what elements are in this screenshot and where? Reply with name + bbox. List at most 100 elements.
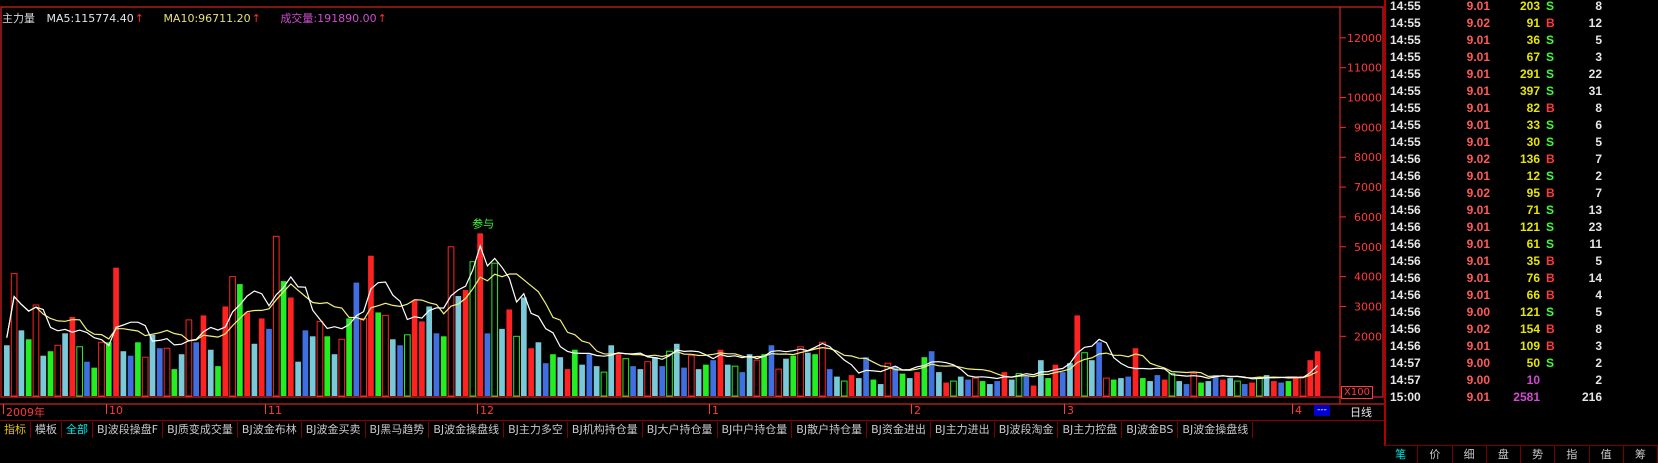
x-tick-label: 11 [268,404,282,417]
tick-vol: 136 [1519,152,1540,166]
volume-bar [1008,379,1015,396]
side-tab[interactable]: 笔 [1384,446,1419,463]
indicator-tab[interactable]: 指标 [0,422,31,438]
indicator-tab[interactable]: BJ资金进出 [867,422,931,438]
x-tick-mark [911,404,912,414]
side-tab[interactable]: 指 [1555,446,1590,463]
scroll-button[interactable]: --- [1314,405,1330,416]
volume-bar [994,381,1001,396]
side-tab[interactable]: 值 [1590,446,1624,463]
y-tick-label: 5000 [1354,241,1382,254]
tick-row[interactable]: 14:55 9.02 91 B 12 [1386,15,1658,32]
tick-row[interactable]: 14:57 9.00 10 2 [1386,372,1658,389]
indicator-tab[interactable]: BJ波段操盘F [93,422,164,438]
volume-bar [586,354,593,396]
x-tick-mark [106,404,107,414]
indicator-tab[interactable]: BJ波金BS [1122,422,1179,438]
tick-detail-panel[interactable]: 14:55 9.01 203 S 8 14:55 9.02 91 B 12 14:55 9.01 36 S… [1384,0,1658,462]
indicator-tab[interactable]: BJ波金操盘线 [429,422,505,438]
side-tab[interactable]: 势 [1521,446,1556,463]
indicator-tab[interactable]: BJ波金操盘线 [1178,422,1254,438]
indicator-tab[interactable]: BJ主力控盘 [1058,422,1123,438]
volume-bar [1030,385,1037,396]
indicator-tab[interactable]: BJ波金买卖 [302,422,366,438]
tick-row[interactable]: 14:56 9.01 109 B 3 [1386,338,1658,355]
tick-row[interactable]: 14:55 9.01 36 S 5 [1386,32,1658,49]
indicator-tab[interactable]: BJ主力多空 [504,422,568,438]
volume-bar [622,358,630,397]
tick-row[interactable]: 14:56 9.01 66 B 4 [1386,287,1658,304]
tick-time: 14:57 [1390,373,1421,387]
indicator-tab[interactable]: BJ黑马趋势 [366,422,430,438]
tick-row[interactable]: 14:56 9.02 95 B 7 [1386,185,1658,202]
volume-chart-panel[interactable]: 2000 3000 4000 5000 6000 7000 8000 9000 10000 110… [0,0,1384,424]
tick-row[interactable]: 14:56 9.01 71 S 13 [1386,202,1658,219]
x-tick-label: 3 [1067,404,1074,417]
tick-vol: 82 [1526,101,1540,115]
tick-vol: 36 [1526,33,1540,47]
indicator-tab[interactable]: 模板 [31,422,62,438]
indicator-legend: 主力量 MA5:115774.40↑ MA10:96711.20↑ 成交量:19… [2,10,403,26]
indicator-tab[interactable]: BJ中户持仓量 [718,422,793,438]
tick-price: 9.01 [1466,169,1490,183]
volume-bar [921,357,928,396]
tick-row[interactable]: 14:55 9.01 67 S 3 [1386,49,1658,66]
volume-chart[interactable]: 2000300040005000600070008000900010000110… [0,0,1384,424]
side-tab[interactable]: 筹 [1624,446,1658,463]
indicator-tab[interactable]: BJ波金布林 [238,422,302,438]
tick-row[interactable]: 14:55 9.01 33 S 6 [1386,117,1658,134]
tick-row[interactable]: 14:56 9.00 121 S 5 [1386,304,1658,321]
tick-row[interactable]: 14:55 9.01 82 B 8 [1386,100,1658,117]
tick-row[interactable]: 14:57 9.00 50 S 2 [1386,355,1658,372]
volume-bar [965,379,971,396]
indicator-tab[interactable]: BJ大户持仓量 [643,422,718,438]
volume-bar [571,349,578,396]
period-selector[interactable]: 日线 [1350,404,1372,420]
tick-row[interactable]: 14:56 9.02 154 B 8 [1386,321,1658,338]
tick-row[interactable]: 14:55 9.01 397 S 31 [1386,83,1658,100]
tick-num: 5 [1595,135,1602,149]
volume-bar [600,371,608,397]
indicator-tab[interactable]: BJ散户持仓量 [792,422,868,438]
tick-vol: 76 [1526,271,1540,285]
indicator-tab-bar: 指标 模板 全部 BJ波段操盘F BJ质变成交量 BJ波金布林 BJ波金买卖 BJ黑马趋势 BJ… [0,420,1384,439]
indicator-tab[interactable]: BJ波段淘金 [995,422,1059,438]
volume-bar [491,262,499,397]
volume-bar [892,366,899,396]
volume-bar [979,381,986,396]
volume-bar [258,318,265,396]
tick-price: 9.01 [1466,101,1490,115]
tick-row[interactable]: 14:56 9.01 121 S 23 [1386,219,1658,236]
tick-row[interactable]: 15:00 9.01 2581 216 [1386,389,1658,406]
volume-bar [615,354,622,396]
tick-row[interactable]: 14:56 9.02 136 B 7 [1386,151,1658,168]
tick-time: 14:55 [1390,101,1421,115]
tick-row[interactable]: 14:55 9.01 30 S 5 [1386,134,1658,151]
volume-bar [637,369,644,396]
indicator-tab[interactable]: BJ机构持仓量 [568,422,643,438]
tick-row[interactable]: 14:55 9.01 203 S 8 [1386,0,1658,15]
tick-time: 14:55 [1390,67,1421,81]
volume-bar [1176,381,1183,396]
indicator-tab[interactable]: BJ主力进出 [931,422,995,438]
tick-num: 5 [1595,305,1602,319]
side-tab[interactable]: 价 [1418,446,1453,463]
side-tab[interactable]: 细 [1453,446,1487,463]
indicator-tab[interactable]: 全部 [62,422,93,438]
tick-row[interactable]: 14:56 9.01 61 S 11 [1386,236,1658,253]
side-tab[interactable]: 盘 [1487,446,1521,463]
volume-bar [47,351,54,396]
indicator-tab[interactable]: BJ质变成交量 [163,422,238,438]
tick-row[interactable]: 14:56 9.01 76 B 14 [1386,270,1658,287]
volume-bar [1023,376,1030,396]
tick-row[interactable]: 14:56 9.01 12 S 2 [1386,168,1658,185]
tick-row[interactable]: 14:56 9.01 35 B 5 [1386,253,1658,270]
volume-bar [244,312,250,396]
volume-bar [105,342,112,396]
volume-bar [564,369,571,396]
tick-vol: 30 [1526,135,1540,149]
ma5-arrow-icon: ↑ [134,12,144,25]
tick-row[interactable]: 14:55 9.01 291 S 22 [1386,66,1658,83]
volume-bar [542,363,549,396]
tick-side: S [1546,220,1555,234]
